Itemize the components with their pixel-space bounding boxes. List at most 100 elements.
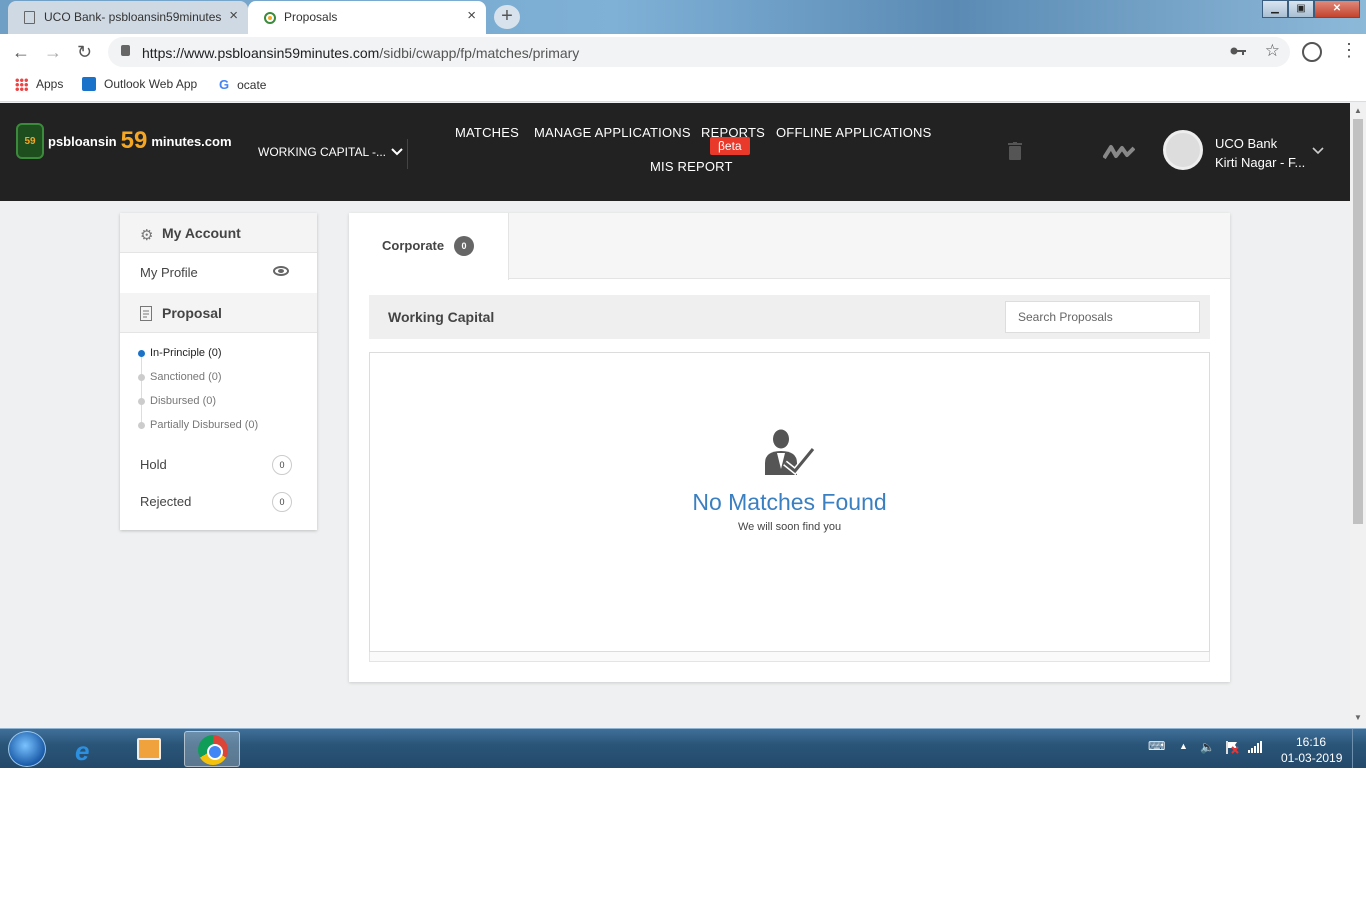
volume-icon[interactable]: 🔈 [1200,740,1215,754]
bookmark-label: Outlook Web App [104,77,198,91]
logo-badge: 59 [16,123,44,159]
empty-state-subtitle: We will soon find you [737,521,842,533]
proposal-header[interactable]: Proposal [120,293,317,333]
browser-tab-proposals[interactable]: Proposals × [248,1,486,34]
new-tab-button[interactable]: + [494,5,520,29]
user-menu-chevron-icon[interactable] [1312,143,1324,158]
sidebar-item-disbursed[interactable]: Disbursed (0) [150,395,216,407]
clock-time[interactable]: 16:16 [1296,735,1326,749]
action-center-icon[interactable] [1225,740,1239,757]
outlook-icon [82,77,96,91]
window-close-button[interactable]: ✕ [1314,0,1360,18]
user-bank-name[interactable]: UCO Bank [1215,136,1277,151]
section-title: Working Capital [388,309,495,325]
taskbar-media-player[interactable] [121,731,177,767]
back-button[interactable]: ← [12,42,30,63]
key-icon[interactable] [1230,43,1246,59]
bookmark-apps[interactable]: Apps [15,77,63,91]
sidebar-item-sanctioned[interactable]: Sanctioned (0) [150,371,222,383]
screen: UCO Bank- psbloansin59minutes × Proposal… [0,0,1366,768]
chevron-down-icon [391,147,404,159]
status-dot [138,398,145,405]
sidebar: ⚙ My Account My Profile Proposal In-Prin… [120,213,317,530]
eye-icon[interactable] [273,266,289,276]
page-icon [24,11,35,24]
tab-title: UCO Bank- psbloansin59minutes [44,10,222,24]
tab-close-icon[interactable]: × [467,7,476,24]
nav-offline-applications[interactable]: OFFLINE APPLICATIONS [776,125,931,140]
activity-icon[interactable] [1102,144,1136,165]
bookmark-outlook[interactable]: Outlook Web App [82,77,197,91]
empty-state-title: No Matches Found [692,489,887,515]
my-account-label: My Account [162,225,241,241]
sidebar-item-partially-disbursed[interactable]: Partially Disbursed (0) [150,419,258,431]
user-branch-name[interactable]: Kirti Nagar - F... [1215,155,1305,170]
status-dot [138,374,145,381]
chrome-icon [198,735,228,765]
sidebar-item-in-principle[interactable]: In-Principle (0) [150,347,222,359]
sidebar-item-my-profile[interactable]: My Profile [140,265,198,280]
gear-icon: ⚙ [140,227,154,244]
forward-button[interactable]: → [44,42,62,63]
search-input[interactable] [1005,301,1200,333]
proposal-timeline [141,353,142,429]
scroll-thumb[interactable] [1353,119,1363,524]
nav-matches[interactable]: MATCHES [455,125,519,140]
loan-type-label: WORKING CAPITAL -... [258,145,387,159]
taskbar-chrome[interactable] [184,731,240,767]
tab-corporate[interactable]: Corporate 0 [349,213,509,280]
beta-badge: βeta [710,137,750,155]
minimize-button[interactable]: ▁ [1262,0,1288,18]
account-icon[interactable] [1302,42,1322,62]
clock-date[interactable]: 01-03-2019 [1281,751,1342,765]
section-header: Working Capital [369,295,1210,339]
star-icon[interactable]: ☆ [1265,41,1280,61]
proposal-label: Proposal [162,305,222,321]
browser-toolbar: ← → ↻ https://www.psbloansin59minutes.co… [0,34,1366,70]
network-signal-icon[interactable] [1248,741,1262,756]
scroll-down-arrow-icon[interactable]: ▼ [1354,713,1362,722]
url-path: /sidbi/cwapp/fp/matches/primary [379,45,580,61]
hold-count-badge: 0 [272,455,292,475]
bookmark-label: Apps [36,77,64,91]
site-favicon-icon [264,11,276,24]
my-account-header[interactable]: ⚙ My Account [120,213,317,253]
status-dot [138,350,145,357]
tab-close-icon[interactable]: × [229,7,238,24]
taskbar-internet-explorer[interactable]: e [60,731,116,767]
nav-manage-applications[interactable]: MANAGE APPLICATIONS [534,125,691,140]
maximize-button[interactable]: ▣ [1288,0,1314,18]
bookmarks-bar: Apps Outlook Web App G ocate [0,70,1366,102]
internet-explorer-icon: e [75,736,90,766]
sidebar-item-rejected[interactable]: Rejected [140,494,191,509]
trash-icon[interactable] [1008,142,1022,165]
browser-tab-strip: UCO Bank- psbloansin59minutes × Proposal… [0,0,1366,34]
proposal-tabs: Corporate 0 [349,213,1230,280]
status-dot [138,422,145,429]
reload-button[interactable]: ↻ [77,42,92,63]
address-bar[interactable]: https://www.psbloansin59minutes.com/sidb… [108,37,1290,67]
apps-grid-icon [15,77,28,91]
browser-tab-uco-bank[interactable]: UCO Bank- psbloansin59minutes × [8,1,248,34]
windows-taskbar: e ⌨ ▲ 🔈 16:16 01-03-2019 [0,728,1366,768]
nav-mis-report[interactable]: MIS REPORT [650,159,733,174]
show-desktop-button[interactable] [1352,729,1366,768]
results-footer [369,652,1210,662]
scroll-up-arrow-icon[interactable]: ▲ [1354,106,1362,115]
bookmark-locate[interactable]: G ocate [219,77,266,92]
sidebar-item-hold[interactable]: Hold [140,457,167,472]
url-host: https://www.psbloansin59minutes.com [142,45,380,61]
avatar[interactable] [1163,130,1203,170]
loan-type-dropdown[interactable]: WORKING CAPITAL -... [258,145,404,159]
tray-expand-icon[interactable]: ▲ [1179,741,1188,751]
page-scrollbar[interactable]: ▲ ▼ [1350,103,1366,728]
bookmark-label: ocate [237,77,267,92]
site-logo[interactable]: 59 psbloansin 59 minutes.com [16,123,232,159]
url-text[interactable]: https://www.psbloansin59minutes.com/sidb… [142,45,579,61]
header-divider [407,139,408,169]
tab-title: Proposals [284,10,338,24]
keyboard-icon[interactable]: ⌨ [1148,739,1165,753]
windows-start-button[interactable] [8,731,46,767]
menu-icon[interactable]: ⋮ [1340,40,1358,61]
tab-corporate-count: 0 [454,236,474,256]
